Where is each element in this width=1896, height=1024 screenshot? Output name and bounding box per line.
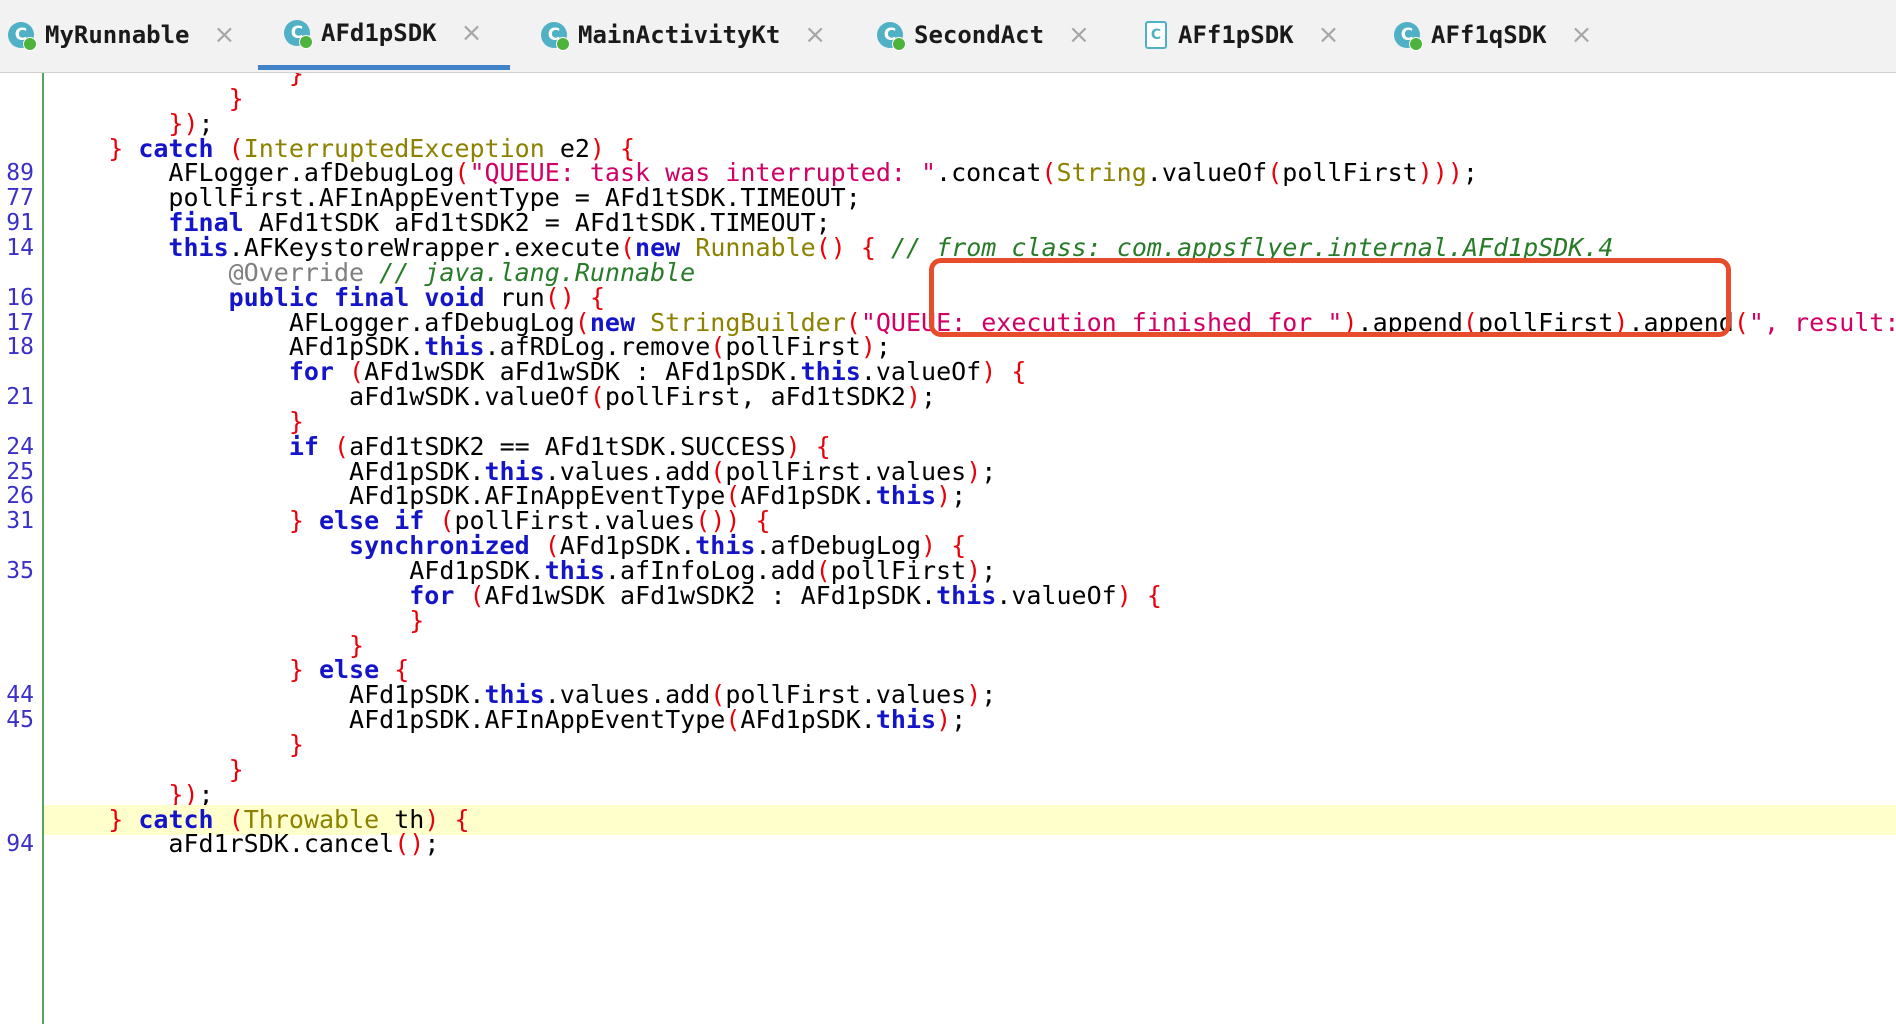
close-icon[interactable]: × [1571, 20, 1593, 50]
tab-label: SecondAct [914, 21, 1045, 49]
class-icon: C [541, 22, 570, 51]
tab-label: AFf1qSDK [1431, 21, 1547, 49]
tab-label: MyRunnable [45, 21, 190, 49]
tab-label: AFf1pSDK [1178, 21, 1294, 49]
tab-myrunnable[interactable]: C MyRunnable × [0, 0, 235, 70]
tab-aff1psdk[interactable]: C AFf1pSDK × [1137, 0, 1339, 70]
class-icon: C [877, 22, 906, 51]
class-icon: C [8, 22, 37, 51]
tab-secondact[interactable]: C SecondAct × [869, 0, 1090, 70]
status-dot-icon [299, 34, 313, 49]
annotation-highlight-box [929, 258, 1731, 337]
status-dot-icon [1409, 37, 1423, 51]
code-line[interactable]: 94 aFd1rSDK.cancel(); [0, 829, 1896, 859]
close-icon[interactable]: × [214, 20, 236, 50]
tab-aff1qsdk[interactable]: C AFf1qSDK × [1386, 0, 1592, 70]
tab-mainactivitykt[interactable]: C MainActivityKt × [533, 0, 826, 70]
code-text: aFd1rSDK.cancel(); [48, 829, 440, 858]
class-icon: C [284, 19, 313, 49]
tab-label: AFd1pSDK [321, 18, 437, 47]
status-dot-icon [892, 37, 906, 51]
editor-tab-bar: C MyRunnable × C AFd1pSDK × C MainActivityKt × C S… [0, 0, 1896, 73]
tab-label: MainActivityKt [578, 21, 781, 49]
line-number: 94 [6, 831, 34, 857]
code-editor[interactable]: } } }); } catch (InterruptedException e2… [0, 73, 1896, 1024]
status-dot-icon [556, 37, 570, 51]
class-file-icon: C [1145, 21, 1167, 49]
close-icon[interactable]: × [461, 18, 483, 48]
close-icon[interactable]: × [1318, 20, 1340, 50]
class-icon: C [1394, 22, 1423, 51]
status-dot-icon [23, 37, 37, 51]
gutter-change-marker [42, 73, 44, 1024]
close-icon[interactable]: × [1068, 20, 1090, 50]
close-icon[interactable]: × [804, 20, 826, 50]
tab-afd1psdk[interactable]: C AFd1pSDK × [258, 0, 511, 70]
